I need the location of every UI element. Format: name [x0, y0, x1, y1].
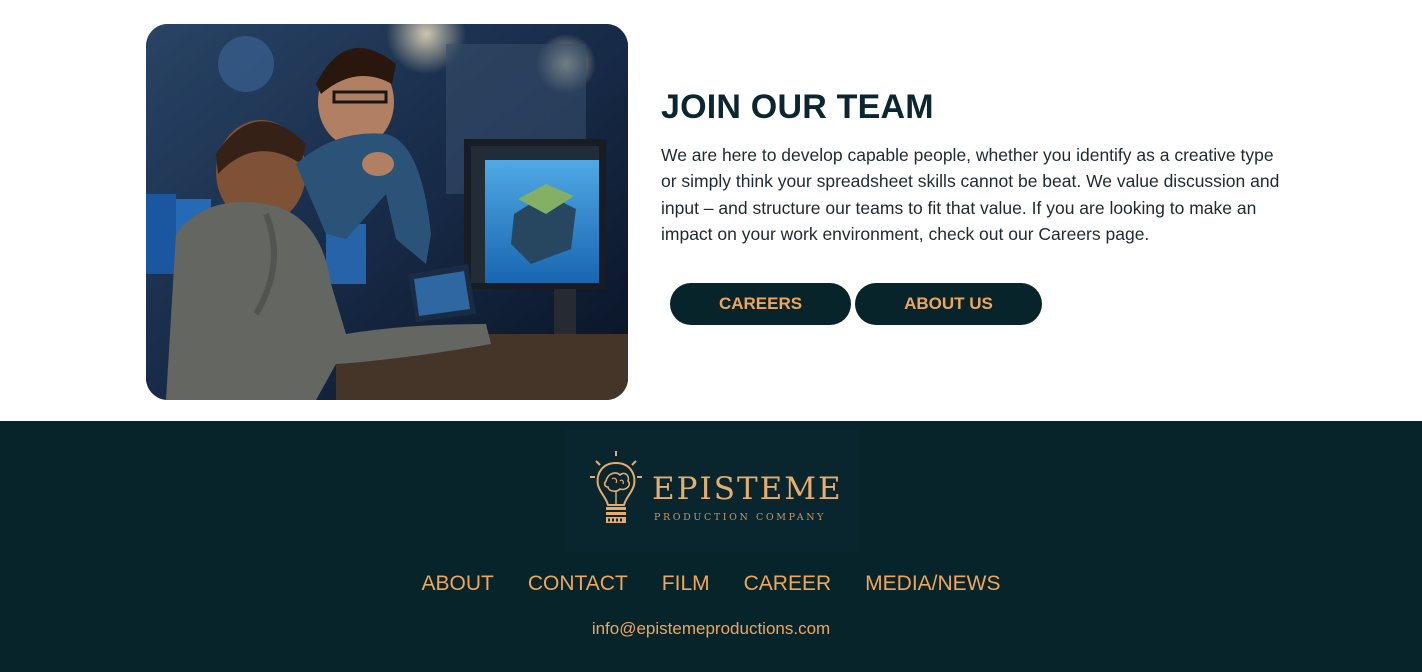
footer-link-contact[interactable]: CONTACT: [528, 572, 628, 596]
team-photo: [146, 24, 628, 400]
footer-link-about[interactable]: ABOUT: [422, 572, 494, 596]
about-us-button[interactable]: ABOUT US: [855, 283, 1042, 325]
footer-email-link[interactable]: info@epistemeproductions.com: [0, 619, 1422, 639]
footer-link-media-news[interactable]: MEDIA/NEWS: [865, 572, 1000, 596]
join-team-section: JOIN OUR TEAM We are here to develop cap…: [0, 0, 1422, 421]
join-description: We are here to develop capable people, w…: [661, 145, 1280, 245]
join-title: JOIN OUR TEAM: [661, 88, 934, 126]
footer-logo[interactable]: EPISTEME PRODUCTION COMPANY: [566, 429, 858, 552]
logo-name: EPISTEME: [652, 471, 843, 507]
careers-button[interactable]: CAREERS: [670, 283, 851, 325]
footer-nav: ABOUT CONTACT FILM CAREER MEDIA/NEWS: [0, 572, 1422, 596]
footer-link-film[interactable]: FILM: [662, 572, 710, 596]
footer: EPISTEME PRODUCTION COMPANY ABOUT CONTAC…: [0, 421, 1422, 672]
lightbulb-brain-icon: [590, 451, 642, 523]
footer-link-career[interactable]: CAREER: [744, 572, 832, 596]
logo-tagline: PRODUCTION COMPANY: [654, 512, 826, 523]
